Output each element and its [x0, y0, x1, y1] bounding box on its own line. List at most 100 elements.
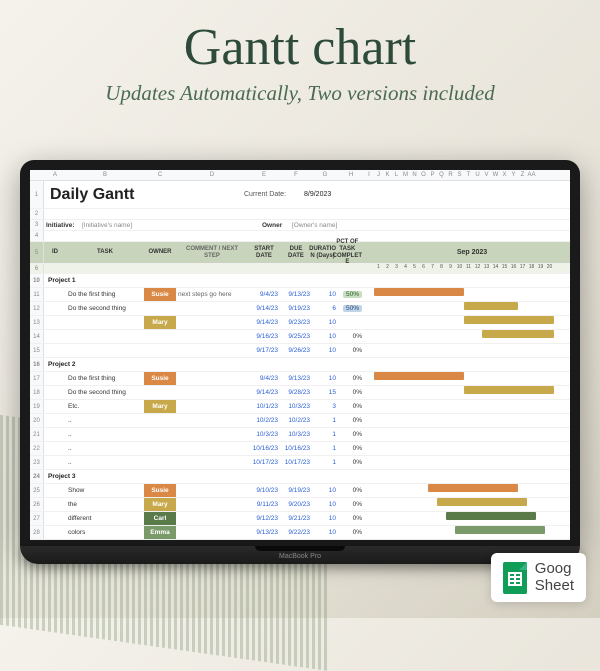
column-letter[interactable]: E — [248, 172, 280, 178]
cell-id[interactable] — [44, 498, 66, 511]
cell-comment[interactable] — [176, 302, 248, 315]
gantt-bar[interactable] — [464, 302, 518, 310]
task-row[interactable]: 25 Show Susie 9/10/23 9/19/23 10 0% — [30, 484, 570, 498]
task-row[interactable]: 20 .. 10/2/23 10/2/23 1 0% — [30, 414, 570, 428]
cell-id[interactable] — [44, 400, 66, 413]
cell-owner[interactable] — [144, 302, 176, 315]
cell-pct[interactable] — [338, 316, 364, 329]
cell-duration[interactable]: 1 — [312, 442, 338, 455]
task-row[interactable]: 27 different Carl 9/12/23 9/21/23 10 0% — [30, 512, 570, 526]
task-row[interactable]: 17 Do the first thing Susie 9/4/23 9/13/… — [30, 372, 570, 386]
cell-comment[interactable]: next steps go here — [176, 288, 248, 301]
cell-due-date[interactable]: 9/19/23 — [280, 302, 312, 315]
cell-task[interactable] — [66, 344, 144, 357]
cell-id[interactable] — [44, 442, 66, 455]
cell-pct[interactable]: 50% — [338, 302, 364, 315]
cell-duration[interactable]: 10 — [312, 372, 338, 385]
column-letter[interactable]: L — [392, 172, 401, 178]
current-date-value[interactable]: 8/9/2023 — [304, 181, 331, 208]
cell-comment[interactable] — [176, 456, 248, 469]
cell-task[interactable]: Do the second thing — [66, 386, 144, 399]
cell-comment[interactable] — [176, 386, 248, 399]
cell-start-date[interactable]: 9/14/23 — [248, 386, 280, 399]
cell-id[interactable] — [44, 330, 66, 343]
cell-color-code[interactable] — [364, 316, 374, 329]
cell-id[interactable] — [44, 316, 66, 329]
cell-owner[interactable] — [144, 442, 176, 455]
column-letter[interactable]: Q — [437, 172, 446, 178]
column-letter[interactable]: P — [428, 172, 437, 178]
cell-pct[interactable]: 0% — [338, 526, 364, 539]
cell-comment[interactable] — [176, 498, 248, 511]
header-id[interactable]: ID — [44, 242, 66, 263]
column-letter[interactable]: O — [419, 172, 428, 178]
column-letter[interactable]: I — [364, 172, 374, 178]
column-letter[interactable]: Z — [518, 172, 527, 178]
task-row[interactable]: 11 Do the first thing Susie next steps g… — [30, 288, 570, 302]
cell-pct[interactable]: 50% — [338, 288, 364, 301]
cell-owner[interactable]: Susie — [144, 484, 176, 497]
header-comment[interactable]: COMMENT / NEXT STEP — [176, 242, 248, 263]
initiative-value[interactable]: [Initiative's name] — [80, 220, 200, 230]
column-letter[interactable]: B — [66, 172, 144, 178]
cell-due-date[interactable]: 9/25/23 — [280, 330, 312, 343]
cell-duration[interactable]: 10 — [312, 526, 338, 539]
cell-color-code[interactable] — [364, 512, 374, 525]
task-row[interactable]: 18 Do the second thing 9/14/23 9/28/23 1… — [30, 386, 570, 400]
cell-due-date[interactable]: 9/22/23 — [280, 526, 312, 539]
cell-color-code[interactable] — [364, 302, 374, 315]
cell-duration[interactable]: 10 — [312, 344, 338, 357]
cell-start-date[interactable]: 9/14/23 — [248, 316, 280, 329]
cell-due-date[interactable]: 9/20/23 — [280, 498, 312, 511]
cell-due-date[interactable]: 10/16/23 — [280, 442, 312, 455]
cell-id[interactable] — [44, 372, 66, 385]
cell-duration[interactable]: 1 — [312, 414, 338, 427]
cell-pct[interactable]: 0% — [338, 372, 364, 385]
project-header-row[interactable]: 24Project 3 — [30, 470, 570, 484]
cell-start-date[interactable]: 10/17/23 — [248, 456, 280, 469]
column-letter[interactable]: V — [482, 172, 491, 178]
cell-comment[interactable] — [176, 512, 248, 525]
cell-task[interactable]: .. — [66, 442, 144, 455]
cell-due-date[interactable]: 10/3/23 — [280, 428, 312, 441]
cell-task[interactable]: Do the first thing — [66, 372, 144, 385]
cell-duration[interactable]: 3 — [312, 400, 338, 413]
cell-comment[interactable] — [176, 372, 248, 385]
cell-task[interactable]: Show — [66, 484, 144, 497]
cell-color-code[interactable] — [364, 400, 374, 413]
cell-pct[interactable]: 0% — [338, 386, 364, 399]
cell-due-date[interactable]: 9/21/23 — [280, 512, 312, 525]
column-letter[interactable]: Y — [509, 172, 518, 178]
cell-duration[interactable]: 6 — [312, 302, 338, 315]
cell-pct[interactable]: 0% — [338, 498, 364, 511]
cell-duration[interactable]: 10 — [312, 316, 338, 329]
cell-comment[interactable] — [176, 400, 248, 413]
column-letter[interactable]: X — [500, 172, 509, 178]
column-letter[interactable]: U — [473, 172, 482, 178]
cell-due-date[interactable]: 10/17/23 — [280, 456, 312, 469]
column-letter[interactable]: R — [446, 172, 455, 178]
cell-owner[interactable]: Carl — [144, 512, 176, 525]
cell-pct[interactable]: 0% — [338, 330, 364, 343]
cell-start-date[interactable]: 9/11/23 — [248, 498, 280, 511]
gantt-bar[interactable] — [428, 484, 518, 492]
cell-owner[interactable] — [144, 386, 176, 399]
cell-duration[interactable]: 10 — [312, 288, 338, 301]
cell-id[interactable] — [44, 302, 66, 315]
column-letter[interactable]: G — [312, 172, 338, 178]
cell-pct[interactable]: 0% — [338, 428, 364, 441]
cell-id[interactable] — [44, 344, 66, 357]
cell-comment[interactable] — [176, 442, 248, 455]
header-task[interactable]: TASK — [66, 242, 144, 263]
cell-owner[interactable] — [144, 330, 176, 343]
column-letter[interactable]: N — [410, 172, 419, 178]
task-row[interactable]: 23 .. 10/17/23 10/17/23 1 0% — [30, 456, 570, 470]
cell-owner[interactable] — [144, 344, 176, 357]
cell-color-code[interactable] — [364, 330, 374, 343]
gantt-bar[interactable] — [482, 330, 554, 338]
cell-start-date[interactable]: 9/14/23 — [248, 302, 280, 315]
column-letter[interactable]: T — [464, 172, 473, 178]
cell-pct[interactable]: 0% — [338, 344, 364, 357]
column-letter[interactable]: A — [44, 172, 66, 178]
cell-owner[interactable]: Mary — [144, 400, 176, 413]
